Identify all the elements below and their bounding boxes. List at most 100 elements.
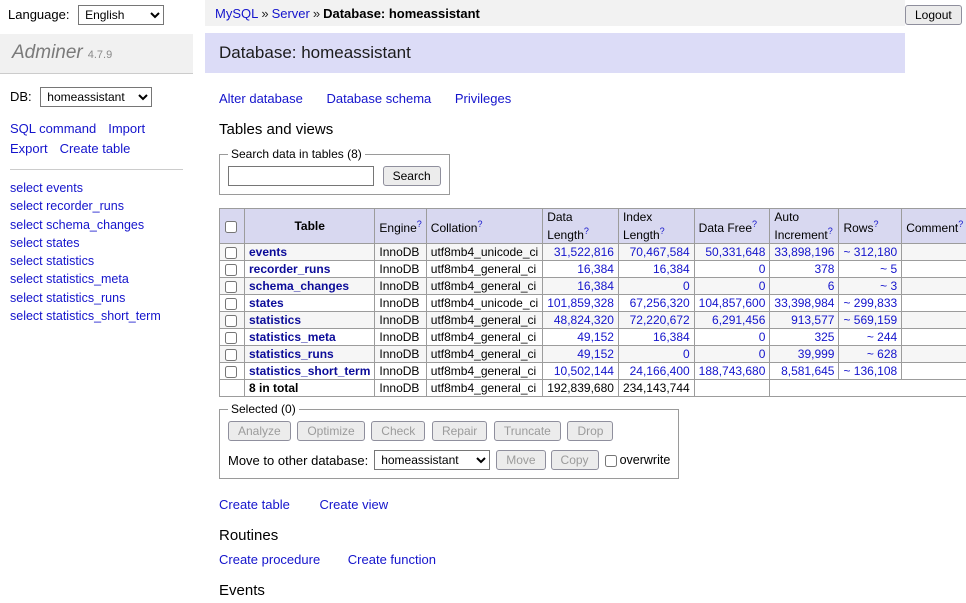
copy-button[interactable]: Copy — [551, 450, 599, 470]
rows-link[interactable]: ~ 628 — [867, 347, 897, 361]
sidebar-link-export[interactable]: Export — [10, 141, 48, 156]
index-length-link[interactable]: 72,220,672 — [630, 313, 690, 327]
logout-button[interactable]: Logout — [905, 5, 962, 25]
table-link-statistics[interactable]: statistics — [46, 254, 94, 268]
select-all-checkbox[interactable] — [225, 221, 237, 233]
data-free-link[interactable]: 0 — [759, 262, 766, 276]
create-view-link[interactable]: Create view — [319, 497, 388, 512]
rows-link[interactable]: ~ 569,159 — [843, 313, 897, 327]
data-free-link[interactable]: 50,331,648 — [705, 245, 765, 259]
table-link[interactable]: recorder_runs — [249, 262, 330, 276]
row-checkbox[interactable] — [225, 247, 237, 259]
data-free-link[interactable]: 104,857,600 — [699, 296, 766, 310]
data-length-link[interactable]: 16,384 — [577, 279, 614, 293]
table-link-statistics-meta[interactable]: statistics_meta — [46, 272, 129, 286]
data-length-link[interactable]: 49,152 — [577, 347, 614, 361]
auto-increment-link[interactable]: 33,898,196 — [774, 245, 834, 259]
select-link[interactable]: select — [10, 309, 43, 323]
search-input[interactable] — [228, 166, 374, 186]
data-length-link[interactable]: 16,384 — [577, 262, 614, 276]
index-length-link[interactable]: 24,166,400 — [630, 364, 690, 378]
select-link[interactable]: select — [10, 199, 43, 213]
row-checkbox[interactable] — [225, 315, 237, 327]
data-length-link[interactable]: 48,824,320 — [554, 313, 614, 327]
breadcrumb-link-server[interactable]: Server — [272, 6, 310, 21]
data-length-link[interactable]: 101,859,328 — [547, 296, 614, 310]
index-length-link[interactable]: 0 — [683, 279, 690, 293]
data-free-link[interactable]: 188,743,680 — [699, 364, 766, 378]
table-link-recorder-runs[interactable]: recorder_runs — [46, 199, 124, 213]
index-length-link[interactable]: 16,384 — [653, 262, 690, 276]
select-link[interactable]: select — [10, 236, 43, 250]
table-link-events[interactable]: events — [46, 181, 83, 195]
table-link[interactable]: events — [249, 245, 287, 259]
language-select[interactable]: English — [78, 5, 164, 25]
table-link[interactable]: schema_changes — [249, 279, 349, 293]
index-length-link[interactable]: 70,467,584 — [630, 245, 690, 259]
rows-link[interactable]: ~ 3 — [880, 279, 897, 293]
create-procedure-link[interactable]: Create procedure — [219, 552, 320, 567]
drop-button[interactable]: Drop — [567, 421, 613, 441]
alter-database-link[interactable]: Alter database — [219, 91, 303, 106]
table-link[interactable]: statistics_runs — [249, 347, 334, 361]
row-checkbox[interactable] — [225, 349, 237, 361]
auto-increment-link[interactable]: 33,398,984 — [774, 296, 834, 310]
move-button[interactable]: Move — [496, 450, 545, 470]
help-link[interactable]: ? — [752, 219, 757, 229]
rows-link[interactable]: ~ 5 — [880, 262, 897, 276]
auto-increment-link[interactable]: 8,581,645 — [781, 364, 834, 378]
data-length-link[interactable]: 49,152 — [577, 330, 614, 344]
row-checkbox[interactable] — [225, 281, 237, 293]
sidebar-link-import[interactable]: Import — [108, 121, 145, 136]
create-function-link[interactable]: Create function — [348, 552, 436, 567]
auto-increment-link[interactable]: 39,999 — [798, 347, 835, 361]
auto-increment-link[interactable]: 913,577 — [791, 313, 834, 327]
sidebar-link-sql-command[interactable]: SQL command — [10, 121, 96, 136]
help-link[interactable]: ? — [477, 219, 482, 229]
data-free-link[interactable]: 6,291,456 — [712, 313, 765, 327]
select-link[interactable]: select — [10, 218, 43, 232]
create-table-link[interactable]: Create table — [219, 497, 290, 512]
check-button[interactable]: Check — [371, 421, 425, 441]
table-link-statistics-runs[interactable]: statistics_runs — [46, 291, 125, 305]
row-checkbox[interactable] — [225, 264, 237, 276]
help-link[interactable]: ? — [828, 226, 833, 236]
help-link[interactable]: ? — [417, 219, 422, 229]
db-select[interactable]: homeassistant — [40, 87, 152, 107]
privileges-link[interactable]: Privileges — [455, 91, 511, 106]
database-schema-link[interactable]: Database schema — [326, 91, 431, 106]
table-link[interactable]: states — [249, 296, 284, 310]
table-link[interactable]: statistics_short_term — [249, 364, 370, 378]
select-link[interactable]: select — [10, 254, 43, 268]
search-button[interactable]: Search — [383, 166, 441, 186]
analyze-button[interactable]: Analyze — [228, 421, 291, 441]
table-link-schema-changes[interactable]: schema_changes — [46, 218, 144, 232]
index-length-link[interactable]: 0 — [683, 347, 690, 361]
data-length-link[interactable]: 31,522,816 — [554, 245, 614, 259]
select-link[interactable]: select — [10, 181, 43, 195]
optimize-button[interactable]: Optimize — [297, 421, 364, 441]
rows-link[interactable]: ~ 244 — [867, 330, 897, 344]
sidebar-link-create-table[interactable]: Create table — [60, 141, 131, 156]
data-free-link[interactable]: 0 — [759, 347, 766, 361]
rows-link[interactable]: ~ 312,180 — [843, 245, 897, 259]
row-checkbox[interactable] — [225, 366, 237, 378]
auto-increment-link[interactable]: 378 — [814, 262, 834, 276]
move-db-select[interactable]: homeassistant — [374, 450, 490, 470]
breadcrumb-link-mysql[interactable]: MySQL — [215, 6, 258, 21]
help-link[interactable]: ? — [584, 226, 589, 236]
data-free-link[interactable]: 0 — [759, 330, 766, 344]
help-link[interactable]: ? — [873, 219, 878, 229]
table-link-statistics-short-term[interactable]: statistics_short_term — [46, 309, 161, 323]
table-link[interactable]: statistics_meta — [249, 330, 336, 344]
row-checkbox[interactable] — [225, 298, 237, 310]
rows-link[interactable]: ~ 299,833 — [843, 296, 897, 310]
select-link[interactable]: select — [10, 272, 43, 286]
rows-link[interactable]: ~ 136,108 — [843, 364, 897, 378]
row-checkbox[interactable] — [225, 332, 237, 344]
auto-increment-link[interactable]: 6 — [828, 279, 835, 293]
select-link[interactable]: select — [10, 291, 43, 305]
index-length-link[interactable]: 67,256,320 — [630, 296, 690, 310]
help-link[interactable]: ? — [958, 219, 963, 229]
truncate-button[interactable]: Truncate — [494, 421, 561, 441]
